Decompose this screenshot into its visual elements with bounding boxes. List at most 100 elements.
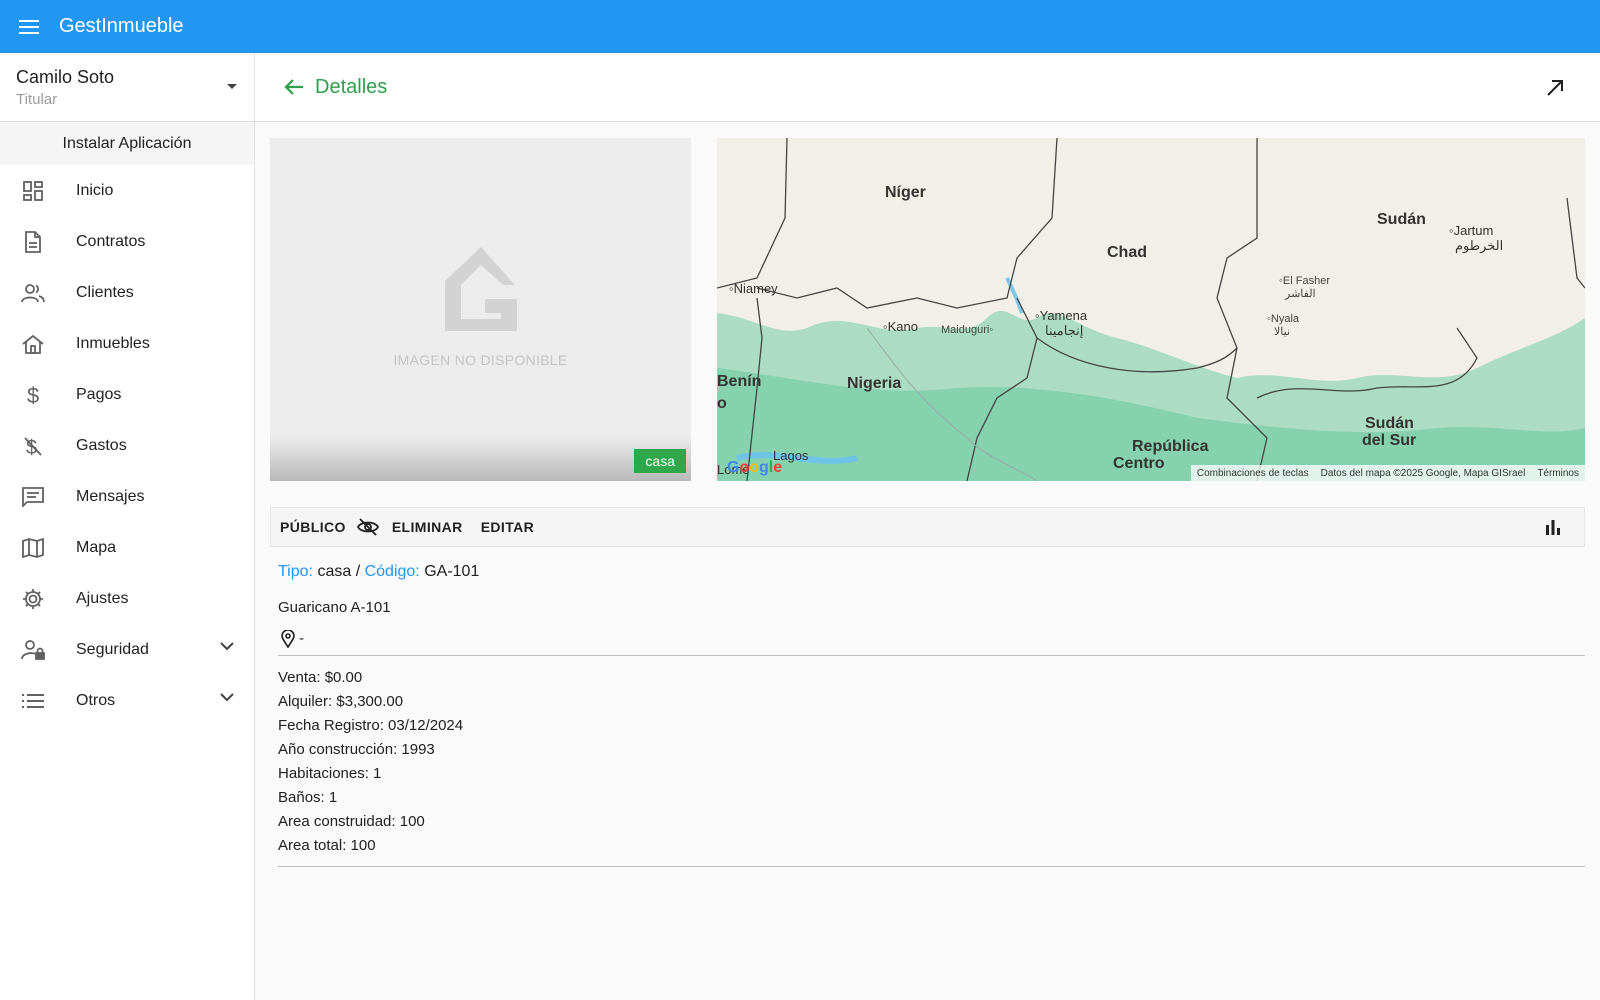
visibility-off-icon[interactable] xyxy=(356,518,379,536)
spec-fecha-registro: Fecha Registro: 03/12/2024 xyxy=(278,717,464,734)
open-external-icon[interactable] xyxy=(1540,73,1570,103)
account-info: Camilo Soto Titular xyxy=(16,67,114,108)
spec-ano-construccion: Año construcción: 1993 xyxy=(278,741,435,758)
type-value: casa xyxy=(317,563,352,580)
public-button[interactable]: PÚBLICO xyxy=(271,519,355,535)
map-city-jartum: ◦Jartum xyxy=(1449,223,1494,238)
actions-bar: PÚBLICO ELIMINAR EDITAR xyxy=(270,507,1585,547)
gear-icon xyxy=(18,587,48,611)
map-label-benin: Benín xyxy=(717,373,762,390)
spec-banos: Baños: 1 xyxy=(278,789,338,806)
map-view[interactable]: Níger Chad Sudán Nigeria Benín o Sudán d… xyxy=(717,138,1585,481)
property-photo: IMAGEN NO DISPONIBLE casa xyxy=(270,138,691,481)
map-label-south-sudan-1: Sudán xyxy=(1365,415,1414,432)
spec-area-construida: Area construidad: 100 xyxy=(278,813,425,830)
list-icon xyxy=(18,689,48,713)
message-icon xyxy=(18,485,48,509)
code-label: Código: xyxy=(364,563,420,580)
document-icon xyxy=(18,230,48,254)
map-label-sudan: Sudán xyxy=(1377,211,1426,228)
map-city-maiduguri: Maiduguri◦ xyxy=(941,324,994,336)
house-icon xyxy=(18,332,48,356)
property-type-tag: casa xyxy=(634,449,686,473)
sidebar-item-mensajes[interactable]: Mensajes xyxy=(0,471,254,522)
install-app-button[interactable]: Instalar Aplicación xyxy=(0,122,254,165)
map-data-text: Datos del mapa ©2025 Google, Mapa GISrae… xyxy=(1320,467,1526,479)
dollar-icon: $ xyxy=(18,383,48,407)
sidebar-item-mapa[interactable]: Mapa xyxy=(0,522,254,573)
map-label-niger: Níger xyxy=(885,184,926,201)
sidebar-item-inicio[interactable]: Inicio xyxy=(0,165,254,216)
map-label-car-2: Centro xyxy=(1113,455,1165,472)
type-label: Tipo: xyxy=(278,563,313,580)
sidebar-item-label: Mapa xyxy=(76,538,117,556)
location-value: - xyxy=(299,630,304,647)
sidebar-item-gastos[interactable]: $ Gastos xyxy=(0,420,254,471)
no-image-text: IMAGEN NO DISPONIBLE xyxy=(393,352,568,368)
sidebar: Camilo Soto Titular Instalar Aplicación … xyxy=(0,53,255,1000)
keyboard-shortcuts-link[interactable]: Combinaciones de teclas xyxy=(1197,468,1309,479)
map-label-nigeria: Nigeria xyxy=(847,375,902,392)
edit-button[interactable]: EDITAR xyxy=(472,519,543,535)
svg-text:$: $ xyxy=(27,384,39,406)
menu-icon[interactable] xyxy=(15,12,45,42)
people-icon xyxy=(18,281,48,305)
map-label-car-1: República xyxy=(1132,438,1209,455)
property-address: Guaricano A-101 xyxy=(278,599,391,616)
location-pin-icon xyxy=(281,629,295,652)
sidebar-item-otros[interactable]: Otros xyxy=(0,675,254,726)
map-city-nyala: ◦Nyala xyxy=(1267,313,1300,325)
map-city-el-fasher-ar: الفاشر xyxy=(1285,288,1316,300)
spec-area-total: Area total: 100 xyxy=(278,837,376,854)
map-icon xyxy=(18,536,48,560)
google-logo: Google xyxy=(727,459,783,476)
sidebar-item-inmuebles[interactable]: Inmuebles xyxy=(0,318,254,369)
page-title: Detalles xyxy=(315,75,388,98)
code-value: GA-101 xyxy=(424,563,480,580)
spec-venta: Venta: $0.00 xyxy=(278,669,363,686)
map-city-kano: ◦Kano xyxy=(883,319,918,334)
dropdown-arrow-icon xyxy=(226,78,238,96)
map-city-jartum-ar: الخرطوم xyxy=(1455,238,1504,253)
sidebar-item-ajustes[interactable]: Ajustes xyxy=(0,573,254,624)
sidebar-item-label: Mensajes xyxy=(76,487,145,505)
map-label-south-sudan-2: del Sur xyxy=(1362,432,1417,449)
sidebar-item-label: Clientes xyxy=(76,283,134,301)
sidebar-item-clientes[interactable]: Clientes xyxy=(0,267,254,318)
chevron-down-icon xyxy=(220,689,234,707)
terms-link[interactable]: Términos xyxy=(1537,468,1579,479)
sidebar-item-label: Seguridad xyxy=(76,640,149,658)
details-header: Detalles xyxy=(255,53,1600,122)
map-label-o: o xyxy=(717,395,727,412)
back-arrow-icon[interactable] xyxy=(279,72,309,102)
separator: / xyxy=(355,563,361,580)
map-city-nyala-ar: نيالا xyxy=(1274,326,1291,338)
spec-alquiler: Alquiler: $3,300.00 xyxy=(278,693,404,710)
property-specs: Venta: $0.00 Alquiler: $3,300.00 Fecha R… xyxy=(278,666,1585,867)
photo-shade xyxy=(270,436,691,481)
map-canvas xyxy=(717,138,1585,481)
map-attribution: Combinaciones de teclas Datos del mapa ©… xyxy=(1190,465,1585,481)
sidebar-item-label: Gastos xyxy=(76,436,127,454)
sidebar-item-label: Inmuebles xyxy=(76,334,150,352)
delete-button[interactable]: ELIMINAR xyxy=(383,519,472,535)
account-switcher[interactable]: Camilo Soto Titular xyxy=(0,53,254,122)
map-city-niamey: ◦Niamey xyxy=(729,281,778,296)
bar-chart-icon[interactable] xyxy=(1544,518,1562,541)
sidebar-item-label: Ajustes xyxy=(76,589,129,607)
spec-habitaciones: Habitaciones: 1 xyxy=(278,765,382,782)
account-role: Titular xyxy=(16,90,58,108)
money-off-icon: $ xyxy=(18,434,48,458)
location-row: - xyxy=(278,629,1585,656)
type-code-line: Tipo: casa / Código: GA-101 xyxy=(278,563,1585,581)
property-details: Tipo: casa / Código: GA-101 Guaricano A-… xyxy=(278,563,1585,867)
image-placeholder: IMAGEN NO DISPONIBLE xyxy=(270,243,691,368)
sidebar-item-contratos[interactable]: Contratos xyxy=(0,216,254,267)
sidebar-item-seguridad[interactable]: Seguridad xyxy=(0,624,254,675)
app-title: GestInmueble xyxy=(59,15,184,37)
sidebar-item-pagos[interactable]: $ Pagos xyxy=(0,369,254,420)
sidebar-item-label: Contratos xyxy=(76,232,146,250)
dashboard-icon xyxy=(18,179,48,203)
sidebar-item-label: Otros xyxy=(76,691,116,709)
app-bar: GestInmueble xyxy=(0,0,1600,53)
